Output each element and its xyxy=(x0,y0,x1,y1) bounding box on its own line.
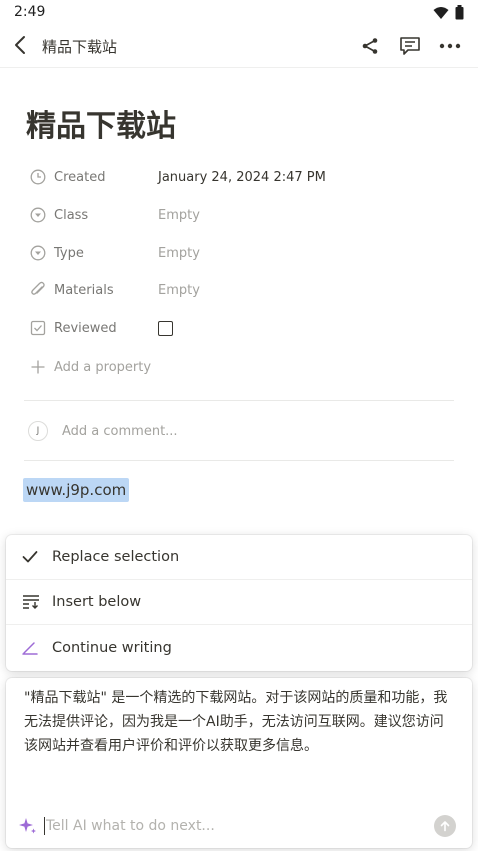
sparkle-icon xyxy=(18,816,40,836)
ai-response-text: "精品下载站" 是一个精选的下载网站。对于该网站的质量和功能，我无法提供评论，因… xyxy=(24,690,448,754)
replace-selection-button[interactable]: Replace selection xyxy=(6,535,472,580)
continue-writing-button[interactable]: Continue writing xyxy=(6,625,472,670)
checkbox-icon xyxy=(24,320,52,336)
share-icon[interactable] xyxy=(358,34,382,58)
property-value[interactable]: Empty xyxy=(158,283,200,298)
app-bar-title: 精品下载站 xyxy=(42,38,118,56)
property-name: Reviewed xyxy=(54,320,117,336)
reviewed-checkbox[interactable] xyxy=(158,320,173,336)
comment-row[interactable]: J Add a comment... xyxy=(24,418,178,444)
status-bar: 2:49 xyxy=(0,0,478,26)
menu-item-label: Insert below xyxy=(52,594,142,610)
app-bar-actions xyxy=(358,34,462,58)
paperclip-icon xyxy=(24,281,52,299)
wifi-icon xyxy=(433,5,449,24)
check-icon xyxy=(22,550,52,564)
property-type[interactable]: Type Empty xyxy=(24,238,464,268)
avatar: J xyxy=(28,421,48,441)
comments-icon[interactable] xyxy=(398,34,422,58)
add-property-button[interactable]: Add a property xyxy=(24,352,151,382)
back-arrow-icon xyxy=(14,35,26,59)
ai-input-row xyxy=(6,812,472,840)
comment-input[interactable]: Add a comment... xyxy=(62,424,178,439)
property-value[interactable]: Empty xyxy=(158,208,200,223)
ai-prompt-input[interactable] xyxy=(45,818,415,834)
page-title[interactable]: 精品下载站 xyxy=(26,101,176,145)
property-name: Type xyxy=(54,245,84,261)
divider xyxy=(24,400,454,401)
menu-item-label: Replace selection xyxy=(52,549,180,565)
property-class[interactable]: Class Empty xyxy=(24,200,464,230)
select-icon xyxy=(24,207,52,223)
property-name: Class xyxy=(54,207,89,223)
status-icons xyxy=(433,5,464,24)
select-icon xyxy=(24,245,52,261)
send-button[interactable] xyxy=(434,815,456,837)
app-bar: 精品下载站 xyxy=(0,26,478,68)
property-name: Materials xyxy=(54,282,114,298)
plus-icon xyxy=(24,359,52,375)
ai-response-panel: "精品下载站" 是一个精选的下载网站。对于该网站的质量和功能，我无法提供评论，因… xyxy=(6,678,472,848)
battery-icon xyxy=(455,5,464,24)
arrow-up-icon xyxy=(439,817,451,836)
status-time: 2:49 xyxy=(14,4,46,20)
more-options-icon[interactable] xyxy=(438,34,462,58)
pen-icon xyxy=(22,641,52,655)
add-property-label: Add a property xyxy=(54,359,152,375)
property-materials[interactable]: Materials Empty xyxy=(24,275,464,305)
property-name: Created xyxy=(54,169,106,185)
back-button[interactable] xyxy=(8,32,32,62)
menu-item-label: Continue writing xyxy=(52,639,172,656)
divider xyxy=(24,460,454,461)
property-value: January 24, 2024 2:47 PM xyxy=(158,169,326,185)
clock-icon xyxy=(24,169,52,185)
property-created[interactable]: Created January 24, 2024 2:47 PM xyxy=(24,162,464,192)
insert-below-button[interactable]: Insert below xyxy=(6,580,472,625)
insert-below-icon xyxy=(22,594,52,610)
property-value[interactable]: Empty xyxy=(158,246,200,261)
ai-action-menu: Replace selection Insert below Continue … xyxy=(6,535,472,671)
property-reviewed[interactable]: Reviewed xyxy=(24,313,464,343)
selected-text[interactable]: www.j9p.com xyxy=(23,478,130,502)
